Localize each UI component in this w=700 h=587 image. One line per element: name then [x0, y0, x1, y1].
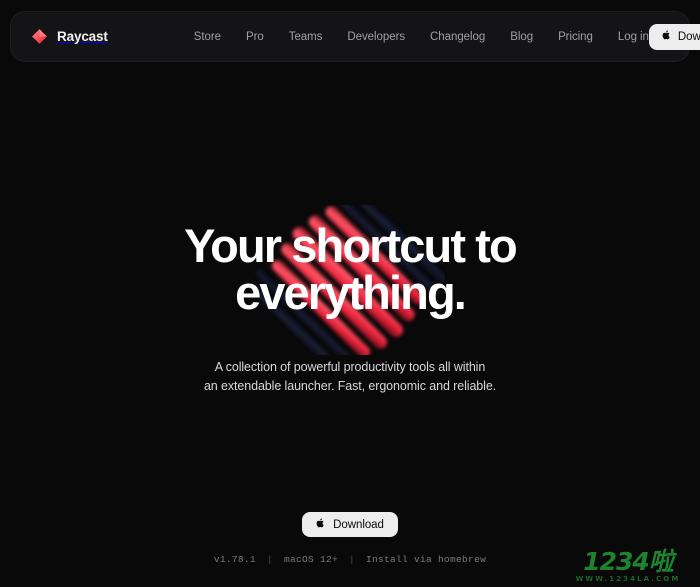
- meta-separator-1: |: [266, 554, 273, 565]
- page-root: Raycast Store Pro Teams Developers Chang…: [0, 0, 700, 587]
- headline-wrapper: Your shortcut to everything.: [0, 205, 700, 355]
- main-navbar: Raycast Store Pro Teams Developers Chang…: [10, 11, 700, 62]
- nav-link-blog[interactable]: Blog: [510, 31, 533, 43]
- version-number: v1.78.1: [213, 554, 256, 565]
- homebrew-install-link[interactable]: Install via homebrew: [366, 554, 486, 565]
- navbar-download-label: Download: [677, 30, 700, 43]
- os-requirement: macOS 12+: [283, 554, 338, 565]
- nav-link-store[interactable]: Store: [194, 31, 221, 43]
- nav-link-pro[interactable]: Pro: [246, 31, 264, 43]
- brand-home-link[interactable]: Raycast: [30, 27, 108, 46]
- hero-subtitle-line-1: A collection of powerful productivity to…: [214, 360, 486, 374]
- page-title: Your shortcut to everything.: [0, 218, 700, 316]
- hero-download-button[interactable]: Download: [302, 512, 398, 537]
- apple-logo-icon: [314, 517, 326, 532]
- nav-link-pricing[interactable]: Pricing: [558, 31, 593, 43]
- hero-subtitle-line-2: an extendable launcher. Fast, ergonomic …: [203, 379, 497, 394]
- nav-link-changelog[interactable]: Changelog: [430, 31, 485, 43]
- headline-line-1: Your shortcut to: [184, 219, 518, 272]
- nav-link-developers[interactable]: Developers: [347, 31, 405, 43]
- nav-links: Store Pro Teams Developers Changelog Blo…: [194, 31, 649, 43]
- nav-link-login[interactable]: Log in: [618, 31, 649, 43]
- watermark-url-text: WWW.1234LA.COM: [575, 575, 681, 583]
- apple-logo-icon: [660, 29, 672, 43]
- brand-name: Raycast: [57, 29, 108, 44]
- watermark: 1234啦 WWW.1234LA.COM: [562, 549, 694, 583]
- hero-download-label: Download: [333, 518, 384, 531]
- navbar-download-button[interactable]: Download: [648, 23, 700, 50]
- meta-separator-2: |: [349, 554, 356, 565]
- hero-subtitle: A collection of powerful productivity to…: [204, 358, 496, 397]
- hero-section: Your shortcut to everything. A collectio…: [0, 205, 700, 397]
- nav-link-teams[interactable]: Teams: [289, 31, 323, 43]
- watermark-logo-text: 1234啦: [583, 547, 674, 576]
- headline-line-2: everything.: [235, 266, 467, 319]
- raycast-diamond-icon: [30, 27, 49, 46]
